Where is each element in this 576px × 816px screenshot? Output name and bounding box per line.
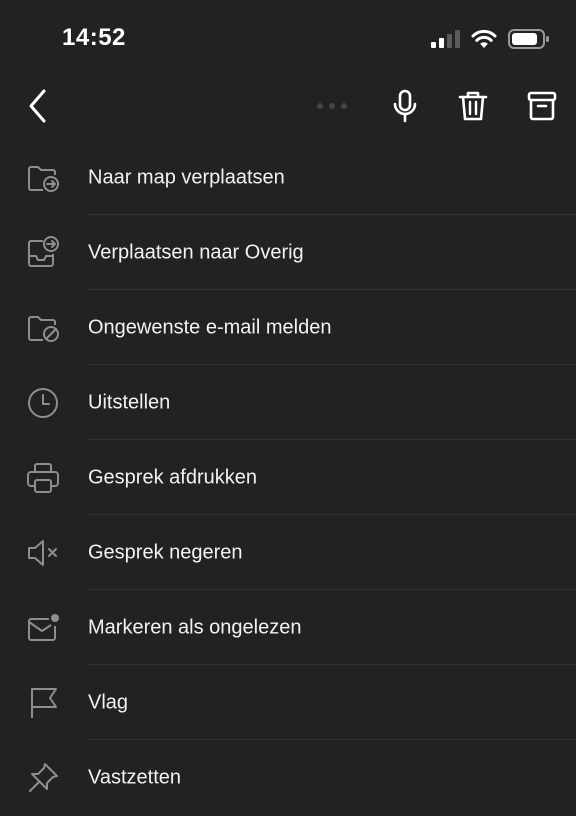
status-icons	[430, 26, 550, 52]
pin-icon	[24, 759, 62, 797]
menu-item-report-junk[interactable]: Ongewenste e-mail melden	[0, 290, 576, 365]
clock-icon	[24, 384, 62, 422]
menu-item-ignore-conversation[interactable]: Gesprek negeren	[0, 515, 576, 590]
microphone-icon[interactable]	[385, 86, 425, 126]
menu-item-label: Gesprek afdrukken	[88, 466, 257, 488]
menu-item-move-to-other[interactable]: Verplaatsen naar Overig	[0, 215, 576, 290]
menu-item-print-conversation[interactable]: Gesprek afdrukken	[0, 440, 576, 515]
folder-move-icon	[24, 159, 62, 197]
menu-item-label: Vlag	[88, 691, 129, 713]
status-time: 14:52	[62, 24, 126, 51]
menu-item-label: Naar map verplaatsen	[88, 166, 285, 188]
more-dots-icon[interactable]	[312, 86, 352, 126]
mail-unread-icon	[24, 609, 62, 647]
menu-item-label: Verplaatsen naar Overig	[88, 241, 304, 263]
back-chevron-icon[interactable]	[18, 86, 58, 126]
inbox-move-icon	[24, 234, 62, 272]
wifi-icon	[470, 28, 498, 50]
trash-icon[interactable]	[453, 86, 493, 126]
menu-item-pin[interactable]: Vastzetten	[0, 740, 576, 815]
flag-icon	[24, 684, 62, 722]
cellular-signal-icon	[430, 29, 460, 49]
toolbar	[0, 78, 576, 134]
menu-item-label: Markeren als ongelezen	[88, 616, 302, 638]
printer-icon	[24, 459, 62, 497]
action-menu: Naar map verplaatsen Verplaatsen naar Ov…	[0, 140, 576, 815]
menu-item-mark-unread[interactable]: Markeren als ongelezen	[0, 590, 576, 665]
folder-block-icon	[24, 309, 62, 347]
status-bar: 14:52	[0, 0, 576, 78]
menu-item-label: Vastzetten	[88, 766, 182, 788]
menu-item-flag[interactable]: Vlag	[0, 665, 576, 740]
menu-item-label: Ongewenste e-mail melden	[88, 316, 332, 338]
battery-icon	[508, 28, 550, 50]
menu-item-move-to-folder[interactable]: Naar map verplaatsen	[0, 140, 576, 215]
menu-item-snooze[interactable]: Uitstellen	[0, 365, 576, 440]
speaker-mute-icon	[24, 534, 62, 572]
archive-icon[interactable]	[522, 86, 562, 126]
menu-item-label: Uitstellen	[88, 391, 171, 413]
menu-item-label: Gesprek negeren	[88, 541, 243, 563]
